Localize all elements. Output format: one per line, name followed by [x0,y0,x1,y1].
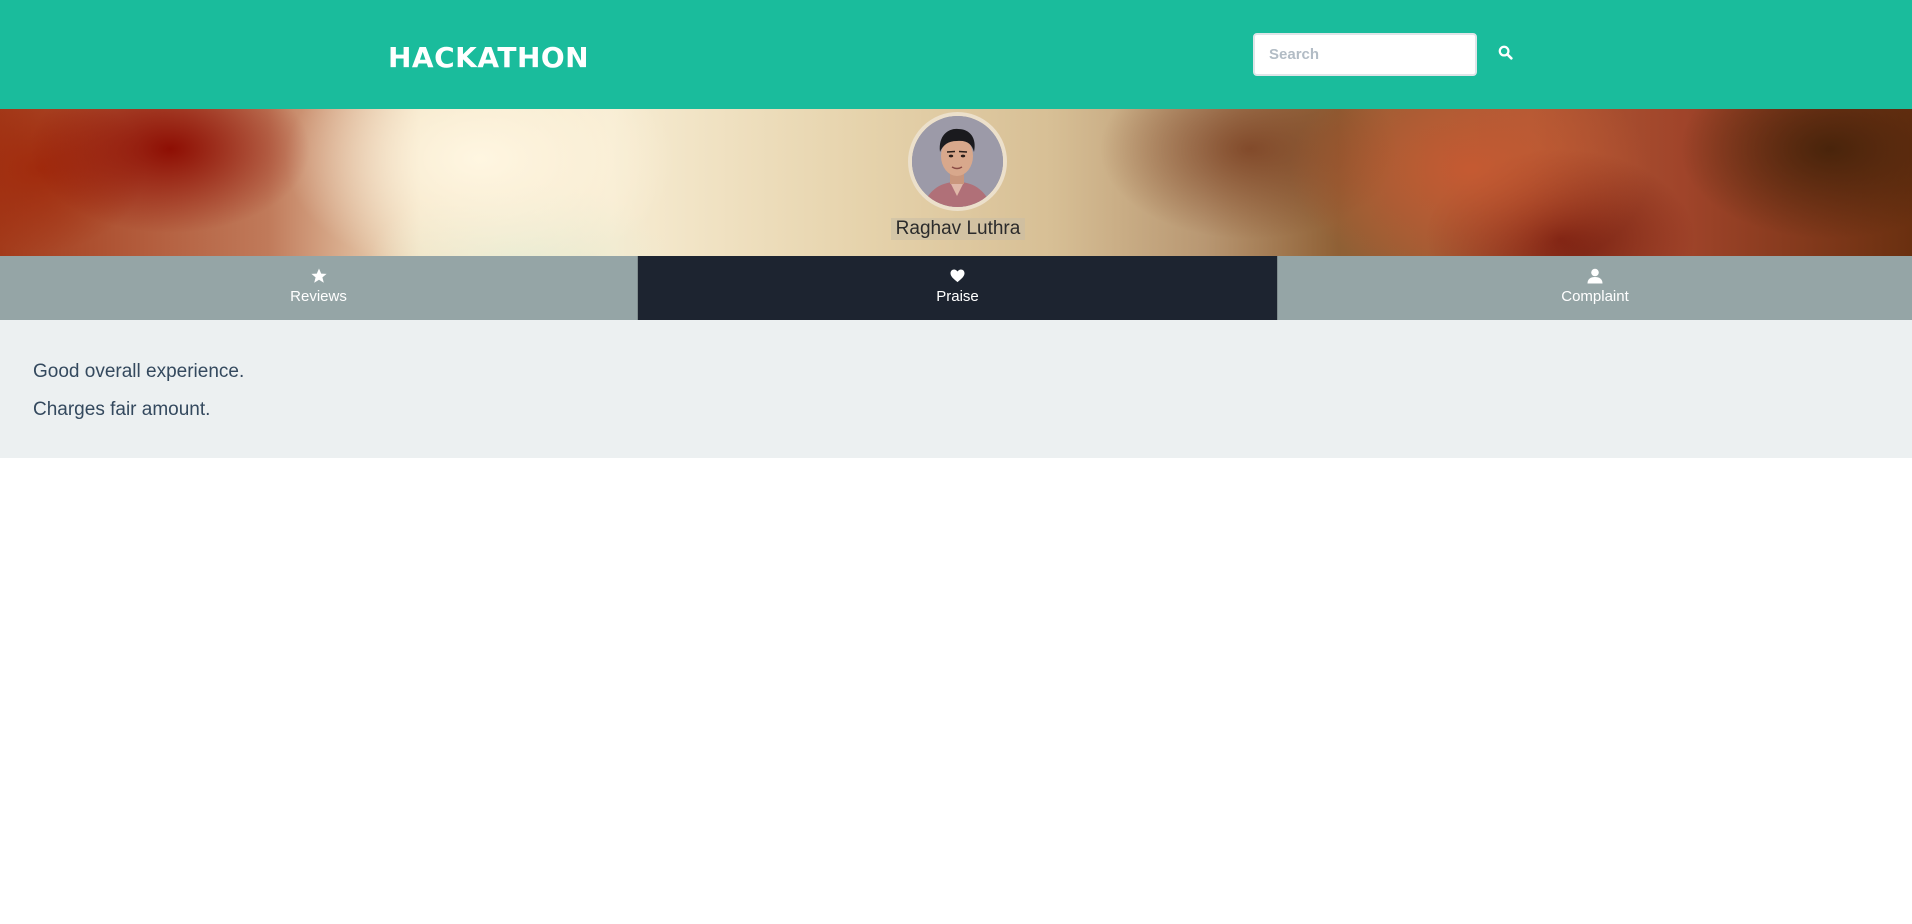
brand-logo[interactable]: HACKATHON [388,40,589,76]
tab-label: Reviews [290,288,347,305]
profile-tabs: Reviews Praise Complaint [0,256,1912,320]
avatar [908,112,1007,211]
tab-label: Complaint [1561,288,1629,305]
profile-name: Raghav Luthra [891,218,1025,240]
tab-reviews[interactable]: Reviews [0,256,637,320]
search-input[interactable] [1253,33,1477,76]
search-button[interactable] [1492,43,1518,67]
tab-complaint[interactable]: Complaint [1278,256,1912,320]
praise-line: Good overall experience. [33,361,245,382]
star-icon [310,267,327,285]
tab-label: Praise [936,288,979,305]
user-icon [1587,267,1603,285]
praise-content: Good overall experience. Charges fair am… [0,320,1912,458]
tab-praise[interactable]: Praise [637,256,1278,320]
top-navbar: HACKATHON [0,0,1912,109]
praise-line: Charges fair amount. [33,399,211,420]
search-icon [1498,45,1513,65]
heart-icon [950,267,965,285]
